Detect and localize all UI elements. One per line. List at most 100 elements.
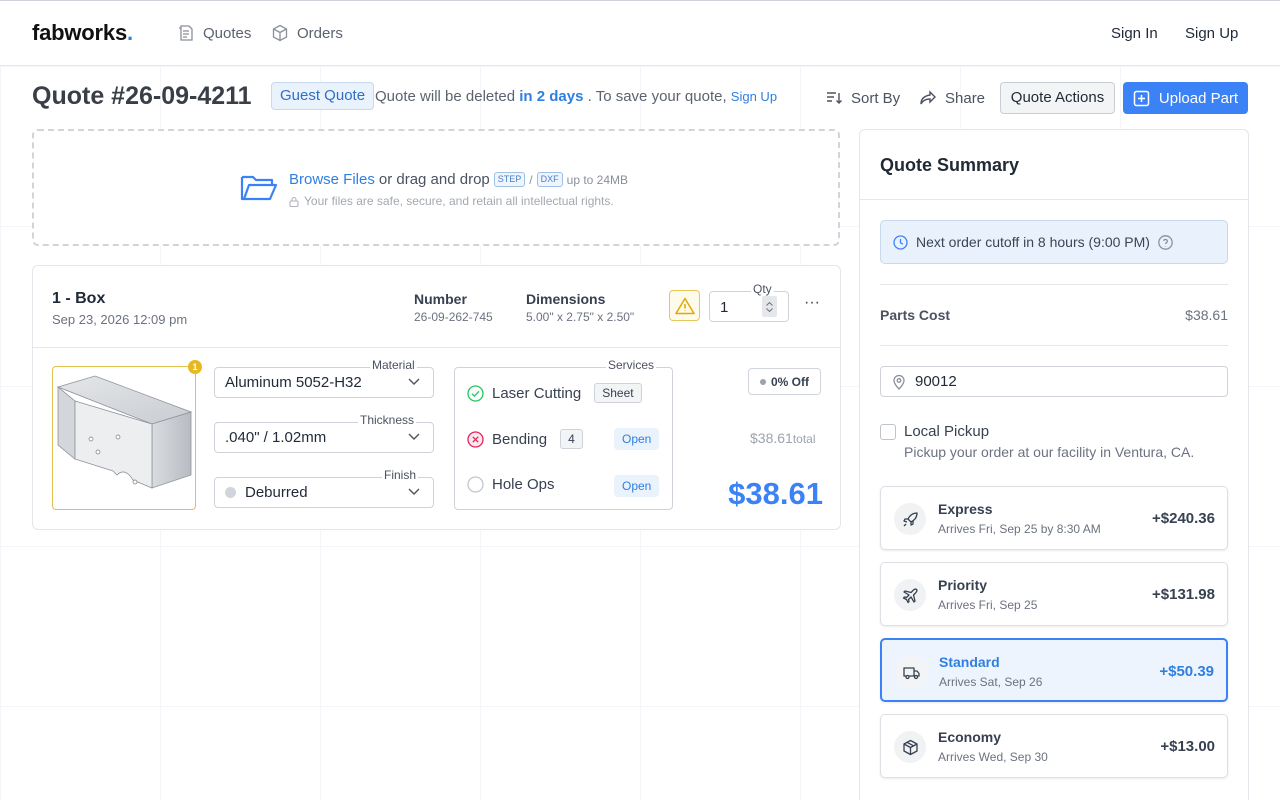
part-date: Sep 23, 2026 12:09 pm <box>52 312 188 327</box>
step-format-tag: STEP <box>493 172 526 187</box>
service-bending[interactable]: Bending 4 <box>467 429 583 449</box>
service-name: Hole Ops <box>492 476 555 493</box>
shipping-arrival: Arrives Sat, Sep 26 <box>939 675 1043 689</box>
chevron-down-icon <box>408 378 420 385</box>
discount-dot <box>759 378 766 385</box>
material-value: Aluminum 5052-H32 <box>225 374 362 391</box>
airplane-icon-wrap <box>894 579 926 611</box>
discount-text: 0% Off <box>770 374 809 389</box>
error-circle-icon <box>467 430 484 448</box>
order-cutoff-banner: Next order cutoff in 8 hours (9:00 PM) <box>880 220 1228 264</box>
discount-badge: 0% Off <box>748 368 821 395</box>
part-header: 1 - Box Sep 23, 2026 12:09 pm Number 26-… <box>33 266 840 348</box>
share-label: Share <box>945 89 986 107</box>
local-pickup-description: Pickup your order at our facility in Ven… <box>904 444 1195 460</box>
truck-icon-wrap <box>895 656 927 688</box>
part-thumbnail[interactable] <box>52 366 196 510</box>
subtotal-amount: $38.61 <box>750 430 793 446</box>
shipping-option-express[interactable]: Express Arrives Fri, Sep 25 by 8:30 AM +… <box>880 486 1228 550</box>
part-subtotal: $38.61total <box>750 430 816 446</box>
dropzone-instructions: Browse Files or drag and drop STEP / DXF… <box>289 171 628 188</box>
shipping-name: Economy <box>938 729 1002 745</box>
shipping-name: Priority <box>938 577 988 593</box>
quantity-step-buttons[interactable] <box>762 296 777 317</box>
shipping-arrival: Arrives Wed, Sep 30 <box>938 750 1048 764</box>
package-icon <box>272 24 288 42</box>
plus-square-icon <box>1133 90 1150 106</box>
part-price: $38.61 <box>728 476 823 511</box>
divider <box>880 284 1228 285</box>
chevron-up-icon[interactable] <box>766 301 773 306</box>
box-icon-wrap <box>894 731 926 763</box>
subtotal-suffix: total <box>792 432 816 446</box>
airplane-icon <box>902 587 918 603</box>
file-dropzone[interactable]: Browse Files or drag and drop STEP / DXF… <box>32 129 840 246</box>
notice-sign-up-link[interactable]: Sign Up <box>731 89 777 104</box>
security-note-text: Your files are safe, secure, and retain … <box>304 194 614 208</box>
service-hole-ops[interactable]: Hole Ops <box>467 476 555 493</box>
browse-files-link[interactable]: Browse Files <box>289 171 375 188</box>
cutoff-text: Next order cutoff in 8 hours (9:00 PM) <box>916 234 1150 250</box>
shipping-name: Express <box>938 501 993 517</box>
thickness-value: .040" / 1.02mm <box>225 429 327 446</box>
sign-up-link[interactable]: Sign Up <box>1185 25 1238 42</box>
sort-by-button[interactable]: Sort By <box>825 89 900 107</box>
file-size-limit: up to 24MB <box>566 172 629 187</box>
quantity-value[interactable]: 1 <box>720 299 728 316</box>
shipping-option-standard[interactable]: Standard Arrives Sat, Sep 26 +$50.39 <box>880 638 1228 702</box>
lock-icon <box>289 196 299 207</box>
nav-orders-link[interactable]: Orders <box>271 24 343 42</box>
quote-actions-button[interactable]: Quote Actions <box>1000 82 1115 114</box>
services-label: Services <box>606 358 657 372</box>
check-circle-icon <box>467 384 484 402</box>
share-icon <box>920 90 936 105</box>
hole-ops-open-button[interactable]: Open <box>614 475 660 497</box>
part-name[interactable]: 1 - Box <box>52 290 105 308</box>
nav-quotes-label: Quotes <box>203 24 252 42</box>
sheet-tag: Sheet <box>594 383 642 403</box>
drag-drop-text: or drag and drop <box>378 171 490 188</box>
material-label: Material <box>370 358 417 372</box>
warning-button[interactable] <box>669 290 700 321</box>
service-name: Bending <box>492 430 548 448</box>
divider <box>880 345 1228 346</box>
dxf-format-tag: DXF <box>536 172 563 187</box>
help-circle-icon[interactable] <box>1158 234 1173 250</box>
local-pickup-label[interactable]: Local Pickup <box>904 423 989 440</box>
security-note: Your files are safe, secure, and retain … <box>289 194 614 208</box>
upload-part-button[interactable]: Upload Part <box>1123 82 1248 114</box>
format-separator: / <box>529 172 533 187</box>
shipping-price: +$131.98 <box>1152 586 1215 603</box>
deletion-notice: Quote will be deleted in 2 days . To sav… <box>375 88 777 105</box>
shipping-arrival: Arrives Fri, Sep 25 by 8:30 AM <box>938 522 1101 536</box>
shipping-option-economy[interactable]: Economy Arrives Wed, Sep 30 +$13.00 <box>880 714 1228 778</box>
nav-orders-label: Orders <box>297 24 343 42</box>
nav-quotes-link[interactable]: Quotes <box>177 24 251 42</box>
finish-color-dot <box>225 487 236 498</box>
sign-in-link[interactable]: Sign In <box>1111 25 1158 42</box>
quantity-stepper[interactable]: 1 <box>709 291 789 322</box>
deletion-time: in 2 days <box>519 88 584 105</box>
shipping-name: Standard <box>939 654 1000 670</box>
bending-open-button[interactable]: Open <box>614 428 660 450</box>
zip-code-input[interactable]: 90012 <box>880 366 1228 397</box>
parts-cost-label: Parts Cost <box>880 307 951 323</box>
finish-value: Deburred <box>245 484 308 501</box>
bend-count-tag: 4 <box>560 429 583 449</box>
dimensions-value: 5.00" x 2.75" x 2.50" <box>526 310 635 324</box>
share-button[interactable]: Share <box>919 89 985 107</box>
local-pickup-checkbox[interactable] <box>880 424 896 440</box>
chevron-down-icon <box>408 433 420 440</box>
service-laser-cutting[interactable]: Laser Cutting Sheet <box>467 383 642 403</box>
shipping-option-priority[interactable]: Priority Arrives Fri, Sep 25 +$131.98 <box>880 562 1228 626</box>
deletion-prefix: Quote will be deleted <box>375 88 516 105</box>
rocket-icon <box>902 511 918 526</box>
guest-quote-badge: Guest Quote <box>271 82 375 110</box>
sort-icon <box>827 92 842 104</box>
more-options-button[interactable]: ··· <box>804 294 820 312</box>
box-icon <box>902 739 918 755</box>
chevron-down-icon[interactable] <box>766 307 773 312</box>
fabworks-logo[interactable]: fabworks. <box>32 20 133 46</box>
quote-summary-panel: Quote Summary Next order cutoff in 8 hou… <box>859 129 1249 800</box>
summary-title: Quote Summary <box>880 155 1020 175</box>
